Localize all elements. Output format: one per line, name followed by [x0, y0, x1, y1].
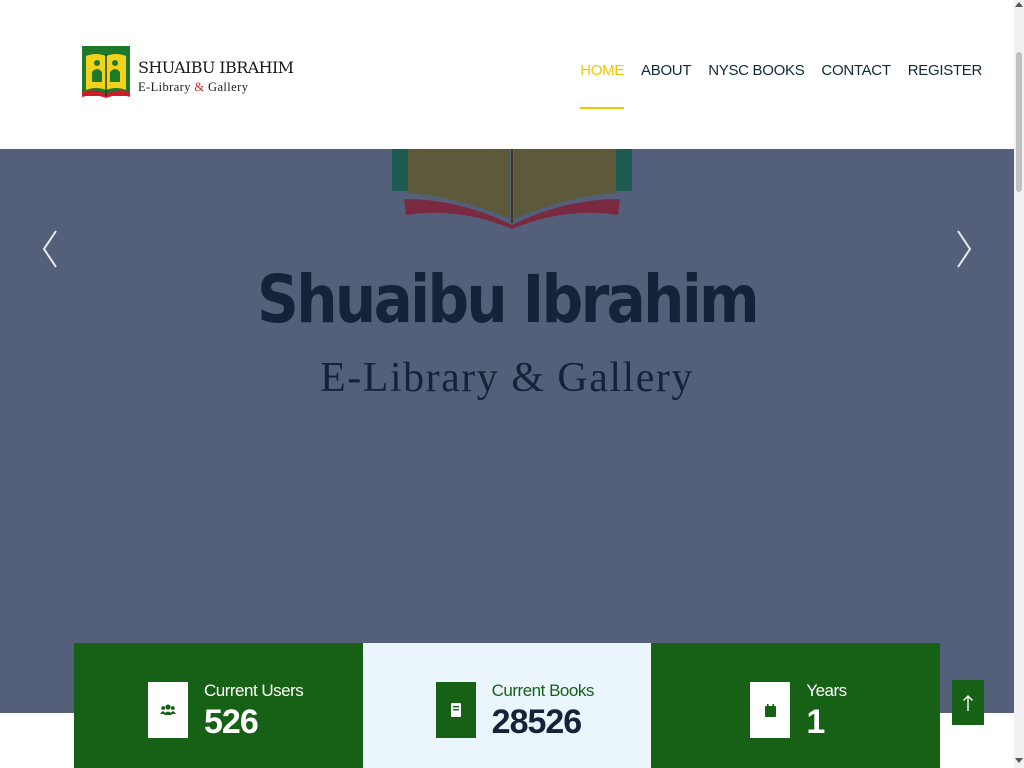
nav-about[interactable]: ABOUT — [641, 62, 691, 109]
open-book-logo-icon — [82, 46, 130, 98]
scrollbar-thumb[interactable] — [1016, 52, 1022, 192]
scroll-up-arrow-icon[interactable] — [1015, 2, 1023, 7]
stats-row: Current Users 526 Current Books 28526 Ye… — [74, 643, 940, 768]
stat-current-books: Current Books 28526 — [362, 643, 652, 768]
chevron-left-icon — [42, 230, 57, 268]
hero-title: Shuaibu Ibrahim — [257, 261, 760, 338]
scroll-down-arrow-icon[interactable] — [1015, 758, 1023, 763]
back-to-top-button[interactable] — [952, 680, 984, 725]
site-header: SHUAIBU IBRAHIM E-Library & Gallery HOME… — [0, 0, 1014, 149]
slider-next-button[interactable] — [948, 229, 978, 269]
stat-value: 1 — [806, 703, 825, 741]
logo-subtitle: E-Library & Gallery — [138, 80, 248, 95]
stat-label: Years — [806, 681, 847, 700]
book-icon — [450, 703, 461, 717]
nav-nysc-books[interactable]: NYSC BOOKS — [708, 62, 805, 109]
logo-subtitle-part2: Gallery — [204, 80, 249, 94]
page-scrollbar[interactable] — [1014, 0, 1024, 768]
nav-contact[interactable]: CONTACT — [821, 62, 891, 109]
stat-years: Years 1 — [651, 643, 940, 768]
stat-value: 28526 — [491, 703, 583, 741]
main-nav: HOME ABOUT NYSC BOOKS CONTACT REGISTER — [580, 62, 982, 109]
logo-subtitle-amp: & — [194, 80, 205, 94]
logo-subtitle-part1: E-Library — [138, 80, 195, 94]
site-logo[interactable]: SHUAIBU IBRAHIM E-Library & Gallery — [80, 42, 294, 100]
hero-slider: Shuaibu Ibrahim E-Library & Gallery — [0, 149, 1014, 713]
stat-value: 526 — [204, 703, 259, 741]
stat-label: Current Books — [491, 681, 595, 700]
nav-register[interactable]: REGISTER — [908, 62, 983, 109]
hero-book-icon — [392, 149, 632, 229]
arrow-up-icon — [963, 694, 973, 711]
hero-subtitle: E-Library & Gallery — [320, 355, 694, 401]
nav-home[interactable]: HOME — [580, 62, 624, 109]
logo-title: SHUAIBU IBRAHIM — [138, 58, 294, 77]
slider-prev-button[interactable] — [36, 229, 66, 269]
users-icon-box — [148, 682, 188, 738]
calendar-icon-box — [750, 682, 791, 738]
calendar-icon — [764, 703, 776, 717]
users-icon — [160, 704, 176, 715]
stat-label: Current Users — [204, 681, 304, 700]
stat-current-users: Current Users 526 — [74, 643, 363, 768]
chevron-right-icon — [957, 230, 972, 268]
book-icon-box — [435, 682, 476, 738]
